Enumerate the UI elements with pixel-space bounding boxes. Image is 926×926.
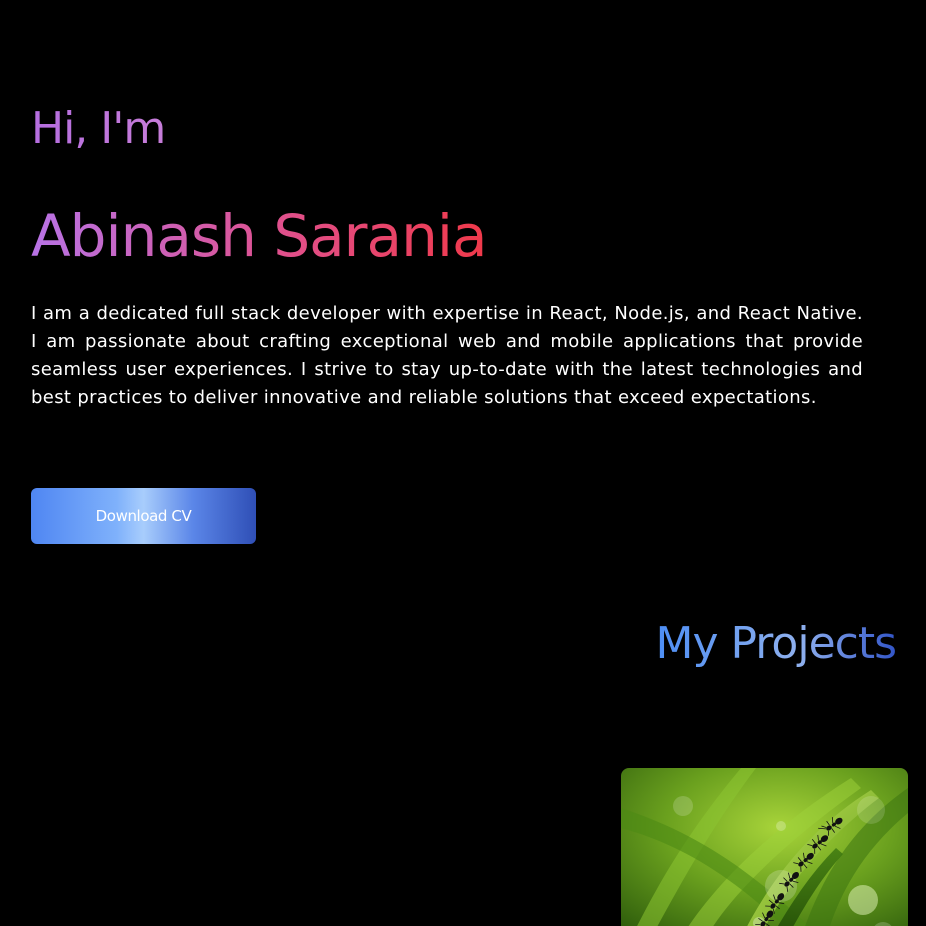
developer-name-heading: Abinash Sarania <box>31 196 487 276</box>
ants-on-grass-image <box>621 768 908 926</box>
project-card-thumbnail[interactable] <box>621 768 908 926</box>
projects-section-title: My Projects <box>656 614 897 674</box>
download-cv-button[interactable]: Download CV <box>31 488 256 544</box>
greeting-heading: Hi, I'm <box>31 100 166 158</box>
portfolio-page: Hi, I'm Abinash Sarania I am a dedicated… <box>0 0 926 926</box>
bio-paragraph: I am a dedicated full stack developer wi… <box>31 303 863 408</box>
